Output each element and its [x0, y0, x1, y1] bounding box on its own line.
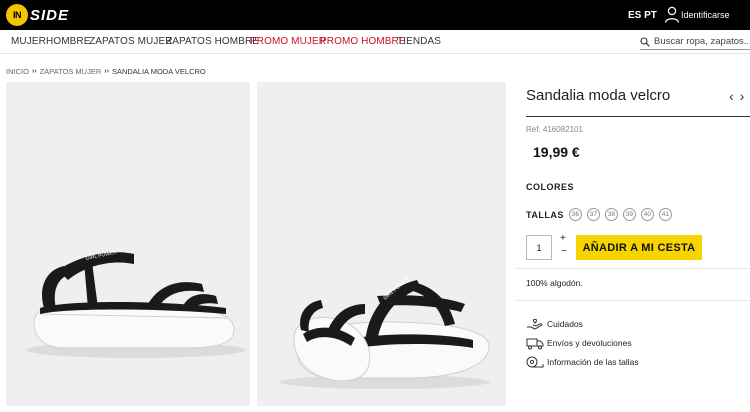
- login-button[interactable]: Identificarse: [664, 6, 730, 23]
- breadcrumb-current: SANDALIA MODA VELCRO: [111, 67, 206, 76]
- size-option-41[interactable]: 41: [658, 208, 672, 221]
- product-price: 19,99 €: [533, 144, 580, 160]
- breadcrumb-separator: ››: [104, 68, 109, 75]
- nav-item-mujer[interactable]: MUJER: [11, 36, 46, 47]
- user-icon: [664, 6, 680, 23]
- product-nav-arrows: ‹ ›: [729, 88, 750, 104]
- size-option-36[interactable]: 36: [568, 208, 582, 221]
- divider: [516, 268, 750, 269]
- title-divider: [526, 116, 750, 117]
- logo-badge: IN: [6, 4, 28, 26]
- nav-item-zapatos-mujer[interactable]: ZAPATOS MUJER: [89, 36, 173, 47]
- search-input[interactable]: [654, 36, 748, 47]
- nav-item-promo-mujer[interactable]: PROMO MUJER: [250, 36, 326, 47]
- size-option-38[interactable]: 38: [604, 208, 618, 221]
- quantity-decrease-button[interactable]: −: [561, 246, 567, 257]
- top-bar: IN SIDE ES PT Identificarse: [0, 0, 750, 30]
- nav-item-zapatos-hombre[interactable]: ZAPATOS HOMBRE: [166, 36, 259, 47]
- logo-badge-text: IN: [13, 10, 22, 20]
- quantity-field[interactable]: 1: [526, 235, 552, 260]
- sizes-label: TALLAS: [526, 209, 564, 220]
- size-option-37[interactable]: 37: [586, 208, 600, 221]
- size-info-label: Información de las tallas: [547, 357, 639, 367]
- nav-item-tiendas[interactable]: TIENDAS: [397, 36, 441, 47]
- login-label: Identificarse: [681, 9, 730, 20]
- shipping-link[interactable]: Envíos y devoluciones: [526, 336, 632, 350]
- colors-label: COLORES: [526, 182, 575, 192]
- logo-text: SIDE: [30, 6, 70, 24]
- shipping-label: Envíos y devoluciones: [547, 338, 632, 348]
- size-option-40[interactable]: 40: [640, 208, 654, 221]
- quantity-increase-button[interactable]: +: [560, 233, 566, 244]
- breadcrumb: INICIO ›› ZAPATOS MUJER ›› SANDALIA MODA…: [6, 67, 206, 76]
- care-link[interactable]: Cuidados: [526, 317, 583, 331]
- search-icon: [640, 36, 650, 47]
- nav-item-hombre[interactable]: HOMBRE: [46, 36, 91, 47]
- sandal-side-view: GIRL POWER: [26, 249, 246, 358]
- care-hand-icon: [527, 318, 543, 330]
- size-info-link[interactable]: Información de las tallas: [526, 355, 639, 369]
- product-title: Sandalia moda velcro: [526, 87, 671, 104]
- search-box[interactable]: [640, 34, 750, 50]
- next-product-button[interactable]: ›: [740, 88, 745, 104]
- product-image-side[interactable]: GIRL POWER: [6, 82, 250, 406]
- main-nav: MUJER HOMBRE ZAPATOS MUJER ZAPATOS HOMBR…: [0, 30, 750, 54]
- nav-item-promo-hombre[interactable]: PROMO HOMBRE: [320, 36, 406, 47]
- breadcrumb-home[interactable]: INICIO: [6, 67, 29, 76]
- size-selector: TALLAS 36 37 38 39 40 41: [526, 208, 677, 221]
- product-image-front[interactable]: GIRL POWER: [257, 82, 506, 406]
- truck-icon: [526, 338, 544, 350]
- size-option-39[interactable]: 39: [622, 208, 636, 221]
- product-reference: Ref. 416082101: [526, 125, 583, 134]
- product-material: 100% algodón.: [526, 278, 583, 288]
- sandal-front-view: GIRL POWER: [280, 276, 490, 389]
- inside-logo[interactable]: IN SIDE: [6, 4, 69, 26]
- breadcrumb-category[interactable]: ZAPATOS MUJER: [40, 67, 102, 76]
- care-label: Cuidados: [547, 319, 583, 329]
- breadcrumb-separator: ››: [31, 68, 37, 75]
- add-to-cart-button[interactable]: AÑADIR A MI CESTA: [576, 235, 702, 260]
- language-selector[interactable]: ES PT: [628, 10, 657, 21]
- measuring-tape-icon: [526, 356, 544, 368]
- divider: [516, 300, 750, 301]
- prev-product-button[interactable]: ‹: [729, 88, 734, 104]
